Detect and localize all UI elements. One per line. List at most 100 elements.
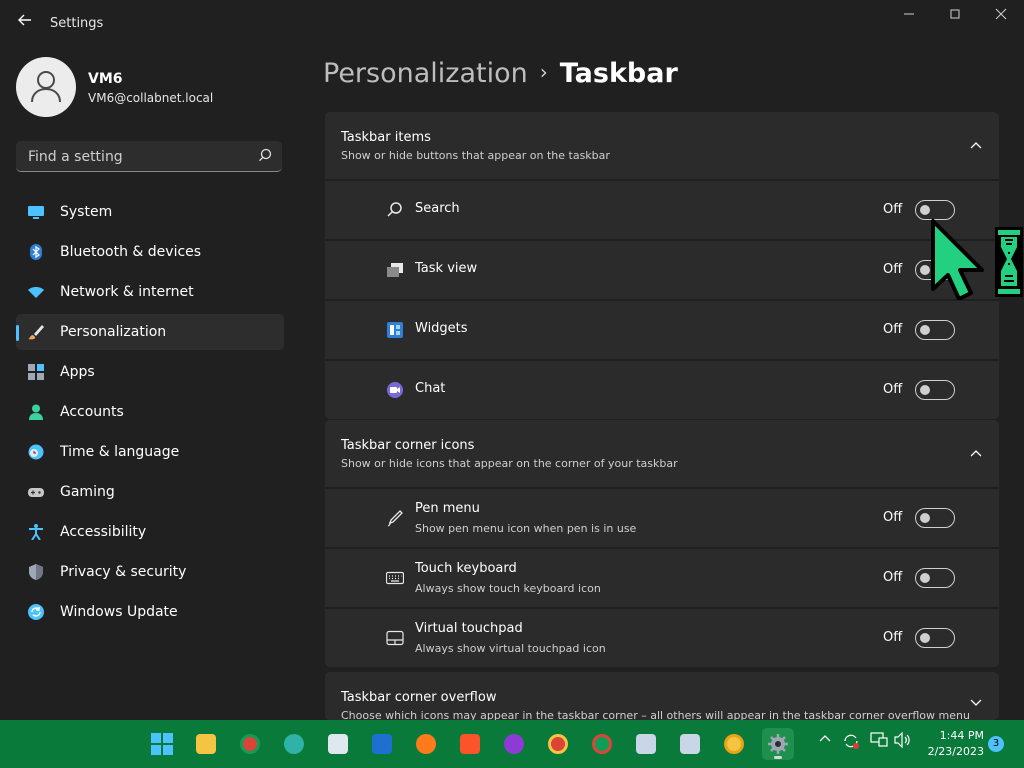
taskbar-corner-icons-header[interactable]: Taskbar corner icons Show or hide icons … [325, 420, 999, 487]
chevron-down-icon[interactable] [969, 696, 983, 710]
search-toggle[interactable] [915, 200, 955, 220]
sidebar-item-personalization[interactable]: Personalization [16, 314, 284, 350]
close-button[interactable] [978, 8, 1024, 26]
toggle-knob [920, 205, 930, 215]
sidebar-item-privacy-security[interactable]: Privacy & security [16, 554, 284, 590]
avatar[interactable] [16, 57, 76, 117]
chat-toggle[interactable] [915, 380, 955, 400]
taskbar-chrome-dev[interactable] [586, 728, 618, 760]
search-icon[interactable] [258, 148, 272, 162]
setting-label: Touch keyboard [415, 561, 517, 576]
toggle-knob [920, 513, 930, 523]
sidebar-item-time-language[interactable]: Time & language [16, 434, 284, 470]
sidebar-item-apps[interactable]: Apps [16, 354, 284, 390]
taskbar-chrome[interactable] [234, 728, 266, 760]
tray-network[interactable] [870, 732, 888, 752]
pen-menu-toggle[interactable] [915, 508, 955, 528]
brush-icon [28, 325, 44, 340]
toggle-knob [920, 385, 930, 395]
taskbar-app-4[interactable] [322, 728, 354, 760]
toggle-state: Off [883, 202, 903, 217]
sidebar-item-accessibility[interactable]: Accessibility [16, 514, 284, 550]
taskbar-app-12[interactable] [674, 728, 706, 760]
taskbar-file-explorer[interactable] [190, 728, 222, 760]
sidebar-item-label: Gaming [60, 484, 115, 500]
taskbar-settings[interactable] [762, 728, 794, 760]
sidebar-item-bluetooth[interactable]: Bluetooth & devices [16, 234, 284, 270]
pointer-cursor-icon [931, 219, 984, 300]
widgets-toggle[interactable] [915, 320, 955, 340]
taskbar-firefox[interactable] [410, 728, 442, 760]
chevron-up-icon [819, 735, 831, 742]
sidebar-item-label: Windows Update [60, 604, 178, 620]
user-name: VM6 [88, 71, 123, 87]
setting-row-touch-keyboard: Touch keyboard Always show touch keyboar… [325, 547, 999, 607]
start-button[interactable] [146, 728, 178, 760]
touch-keyboard-toggle[interactable] [915, 568, 955, 588]
tray-sync[interactable] [842, 732, 860, 754]
chevron-up-icon[interactable] [969, 446, 983, 460]
monitor-icon [28, 206, 44, 219]
show-hidden-icons[interactable] [818, 732, 832, 750]
toggle-state: Off [883, 262, 903, 277]
sidebar-item-network[interactable]: Network & internet [16, 274, 284, 310]
toggle-knob [920, 573, 930, 583]
taskbar-app-11[interactable] [630, 728, 662, 760]
gamepad-icon [28, 488, 44, 497]
chrome-beta-icon [548, 734, 568, 754]
taskbar: 1:44 PM 2/23/2023 [0, 720, 1024, 768]
disk-tool-icon [680, 734, 700, 754]
gear-icon [768, 734, 788, 754]
taskbar-brave[interactable] [454, 728, 486, 760]
window-app-icon [372, 734, 392, 754]
sidebar-item-accounts[interactable]: Accounts [16, 394, 284, 430]
taskbar-clock[interactable]: 1:44 PM 2/23/2023 [920, 728, 984, 760]
tray-volume[interactable] [894, 731, 912, 752]
maximize-button[interactable] [932, 8, 978, 26]
setting-label: Pen menu [415, 501, 480, 516]
task-view-icon [387, 263, 403, 277]
toggle-state: Off [883, 570, 903, 585]
sidebar-item-gaming[interactable]: Gaming [16, 474, 284, 510]
wifi-icon [28, 287, 44, 298]
mask-icon [504, 734, 524, 754]
virtual-touchpad-toggle[interactable] [915, 628, 955, 648]
setting-row-virtual-touchpad: Virtual touchpad Always show virtual tou… [325, 607, 999, 667]
clock-date: 2/23/2023 [927, 745, 984, 758]
chrome-dev-icon [592, 734, 612, 754]
breadcrumb-parent[interactable]: Personalization [323, 58, 528, 89]
sidebar-item-system[interactable]: System [16, 194, 284, 230]
sidebar-item-windows-update[interactable]: Windows Update [16, 594, 284, 630]
shield-icon [29, 564, 43, 580]
notification-badge[interactable]: 3 [988, 736, 1004, 752]
setting-label: Search [415, 201, 460, 216]
setting-row-task-view: Task view Off [325, 239, 999, 299]
search-input[interactable] [26, 147, 250, 167]
back-arrow-icon[interactable] [14, 12, 36, 34]
taskbar-app-5[interactable] [366, 728, 398, 760]
update-icon [28, 604, 44, 620]
apps-icon [28, 364, 44, 380]
taskbar-corner-overflow-header[interactable]: Taskbar corner overflow Choose which ico… [325, 672, 999, 720]
sync-icon [844, 734, 859, 749]
setting-row-chat: Chat Off [325, 359, 999, 419]
taskbar-app-8[interactable] [498, 728, 530, 760]
user-icon [31, 71, 61, 103]
volume-icon [894, 731, 910, 749]
chevron-up-icon[interactable] [969, 138, 983, 152]
taskbar-items-header[interactable]: Taskbar items Show or hide buttons that … [325, 112, 999, 179]
sidebar-item-label: Accounts [60, 404, 124, 420]
minimize-button[interactable] [886, 8, 932, 26]
page-title: Taskbar [559, 58, 678, 89]
sidebar-item-label: System [60, 204, 113, 220]
settings-search[interactable] [16, 141, 282, 172]
taskbar-chrome-canary[interactable] [718, 728, 750, 760]
setting-row-pen-menu: Pen menu Show pen menu icon when pen is … [325, 487, 999, 547]
breadcrumb: Personalization › Taskbar [323, 58, 678, 89]
taskbar-chrome-beta[interactable] [542, 728, 574, 760]
section-subtitle: Show or hide buttons that appear on the … [341, 149, 610, 162]
running-indicator [774, 756, 782, 759]
toggle-knob [920, 325, 930, 335]
taskbar-edge[interactable] [278, 728, 310, 760]
chrome-canary-icon [724, 734, 744, 754]
